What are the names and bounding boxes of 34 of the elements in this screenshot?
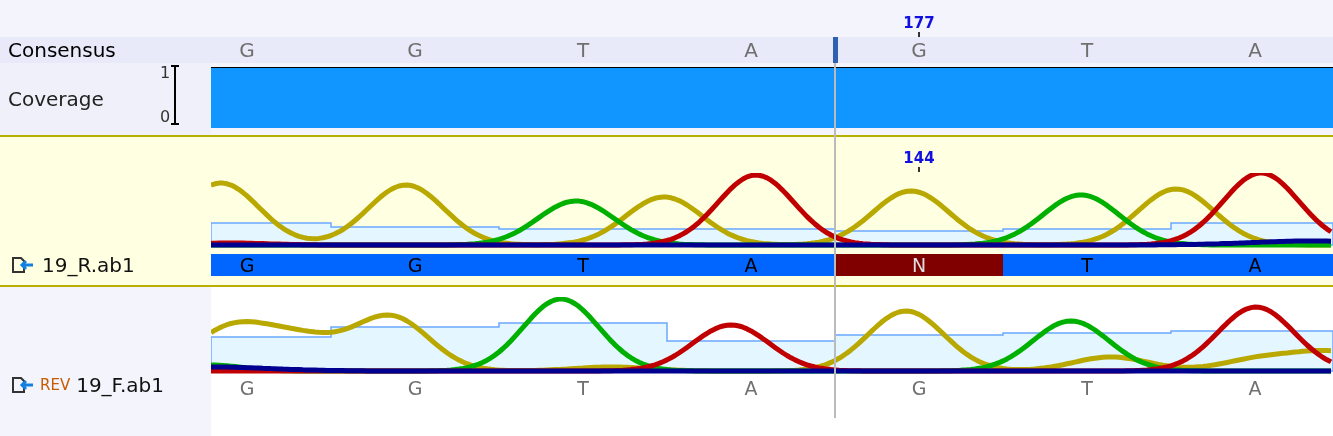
base-cell-text: T — [576, 377, 590, 399]
read-name[interactable]: 19_F.ab1 — [76, 370, 164, 400]
base-letter: A — [1248, 37, 1262, 63]
position-number: 144 — [903, 149, 935, 167]
base-cell-text: G — [238, 377, 256, 399]
cursor-marker[interactable] — [833, 37, 838, 63]
base-cell-text: G — [910, 377, 928, 399]
base-letter: A — [744, 37, 758, 63]
base-letter: T — [576, 37, 590, 63]
base-letter: G — [911, 37, 927, 63]
file-arrow-icon — [12, 257, 34, 273]
base-cell-text: T — [1080, 377, 1094, 399]
axis-scale-icon — [171, 65, 180, 125]
row-label: Consensus — [7, 37, 117, 64]
base-cell: T — [499, 254, 667, 276]
base-cell: G — [331, 254, 499, 276]
base-cell: N — [835, 254, 1003, 276]
base-letter: G — [239, 37, 255, 63]
base-letter: G — [407, 37, 423, 63]
base-cell: G — [211, 254, 331, 276]
axis-label: 1 — [160, 64, 171, 82]
file-arrow-icon — [12, 377, 34, 393]
read-name[interactable]: 19_R.ab1 — [42, 250, 135, 280]
base-cell: A — [667, 254, 835, 276]
base-cell-text: A — [743, 377, 759, 399]
axis-label: 0 — [160, 108, 171, 126]
base-letter: T — [1080, 37, 1094, 63]
base-cell-text: G — [406, 377, 424, 399]
base-cell-text: A — [1247, 377, 1263, 399]
reverse-label: REV — [40, 374, 71, 396]
base-cell: A — [1171, 254, 1333, 276]
position-number: 177 — [903, 14, 935, 32]
base-cell: T — [1003, 254, 1171, 276]
row-label: Coverage — [7, 86, 105, 113]
